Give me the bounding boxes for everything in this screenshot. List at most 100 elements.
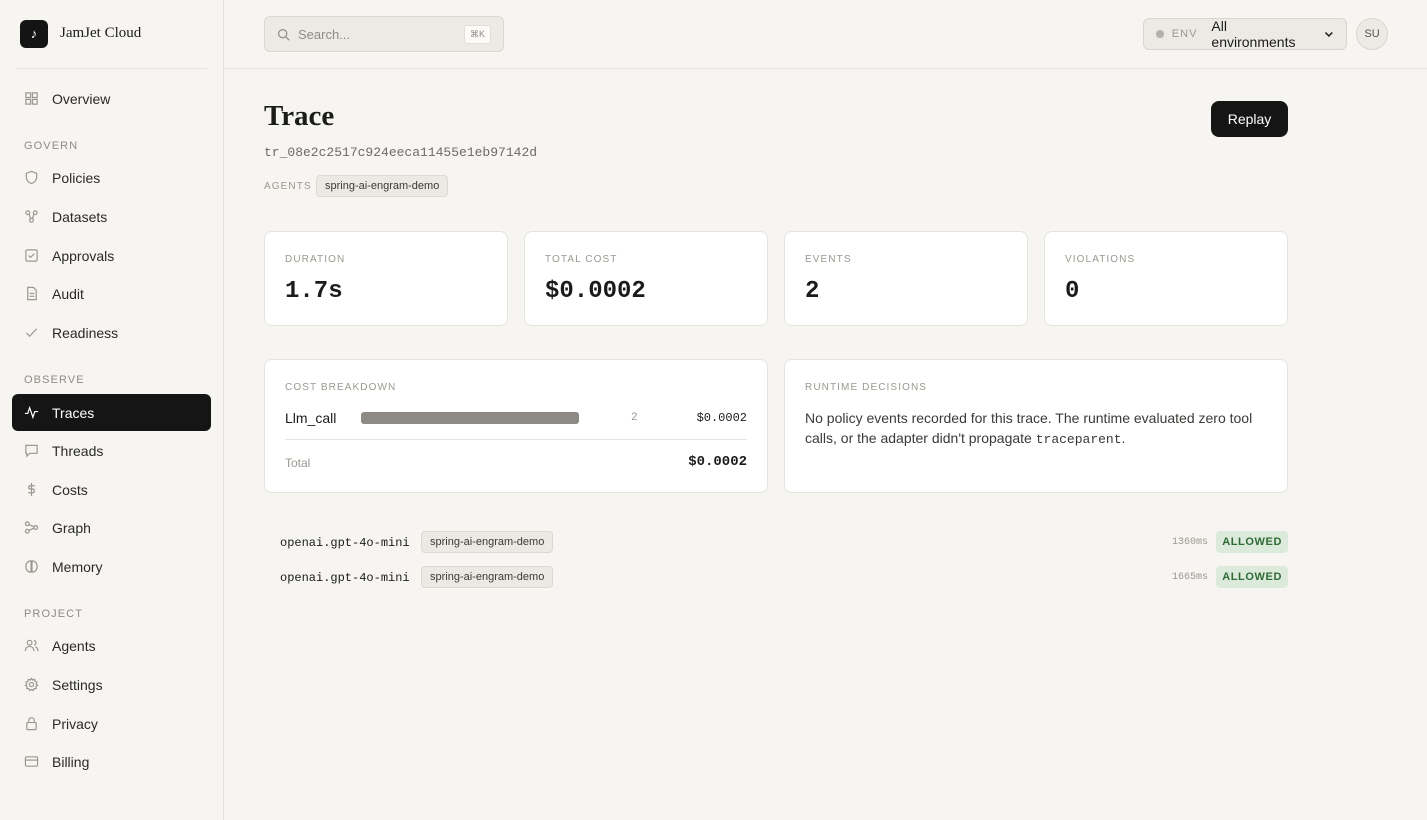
stat-label: VIOLATIONS	[1065, 254, 1136, 265]
search-input[interactable]: Search... ⌘K	[264, 16, 504, 52]
stat-label: EVENTS	[805, 254, 852, 265]
sidebar-item-label: Overview	[52, 90, 111, 107]
stat-label: TOTAL COST	[545, 254, 618, 265]
card-icon	[24, 754, 39, 769]
stat-value: 2	[805, 278, 820, 305]
cost-bar-fill	[361, 412, 579, 424]
chat-icon	[24, 443, 39, 458]
sidebar-item-approvals[interactable]: Approvals	[12, 237, 211, 274]
stat-value: 1.7s	[285, 278, 343, 305]
search-icon	[278, 28, 290, 41]
sidebar-item-policies[interactable]: Policies	[12, 159, 211, 196]
cost-bar	[361, 412, 579, 424]
nav-section-govern: GOVERN	[24, 140, 79, 152]
sidebar-item-audit[interactable]: Audit	[12, 275, 211, 312]
event-agent-chip: spring-ai-engram-demo	[421, 531, 554, 553]
sidebar-item-traces[interactable]: Traces	[12, 394, 211, 431]
replay-button[interactable]: Replay	[1211, 101, 1288, 137]
env-label: ENV	[1171, 28, 1198, 40]
event-duration: 1665ms	[1171, 572, 1208, 583]
sidebar-item-overview[interactable]: Overview	[12, 80, 211, 117]
sidebar-item-label: Memory	[52, 558, 103, 575]
stat-value: $0.0002	[545, 278, 646, 305]
sidebar-item-label: Billing	[52, 753, 90, 770]
status-badge: ALLOWED	[1216, 531, 1288, 553]
search-shortcut: ⌘K	[463, 24, 491, 44]
sidebar-item-graph[interactable]: Graph	[12, 509, 211, 546]
event-model: openai.gpt-4o-mini	[280, 571, 410, 585]
stat-card-duration: DURATION 1.7s	[264, 231, 508, 326]
page-title: Trace	[264, 100, 335, 132]
sidebar-item-label: Readiness	[52, 324, 119, 341]
decisions-text-after: .	[1121, 430, 1126, 446]
divider	[285, 439, 747, 440]
nav-section-observe: OBSERVE	[24, 374, 85, 386]
sidebar-divider	[16, 68, 207, 69]
graph-icon	[24, 520, 39, 535]
event-agent-chip: spring-ai-engram-demo	[421, 566, 554, 588]
brand-logo: ♪	[20, 19, 48, 48]
lock-icon	[24, 716, 39, 731]
event-duration: 1360ms	[1171, 537, 1208, 548]
sidebar-item-label: Settings	[52, 676, 103, 693]
sidebar-item-label: Audit	[52, 285, 84, 302]
section-label: RUNTIME DECISIONS	[805, 382, 928, 393]
stat-value: 0	[1065, 278, 1080, 305]
grid-icon	[24, 91, 39, 106]
stat-card-events: EVENTS 2	[784, 231, 1028, 326]
dataset-icon	[24, 209, 39, 224]
sidebar-item-privacy[interactable]: Privacy	[12, 705, 211, 742]
trace-id: tr_08e2c2517c924eeca11455e1eb97142d	[264, 145, 538, 160]
sidebar-item-label: Approvals	[52, 247, 115, 264]
brand[interactable]: ♪ JamJet Cloud	[20, 19, 141, 48]
sidebar-item-label: Threads	[52, 442, 104, 459]
check-icon	[24, 325, 39, 340]
pulse-icon	[24, 405, 39, 420]
sidebar-item-memory[interactable]: Memory	[12, 548, 211, 585]
approval-icon	[24, 248, 39, 263]
agent-chip[interactable]: spring-ai-engram-demo	[316, 175, 449, 197]
section-label: COST BREAKDOWN	[285, 382, 397, 393]
sidebar-item-threads[interactable]: Threads	[12, 432, 211, 469]
sidebar-item-datasets[interactable]: Datasets	[12, 198, 211, 235]
sidebar-item-label: Datasets	[52, 208, 108, 225]
env-status-dot	[1156, 30, 1164, 38]
dollar-icon	[24, 482, 39, 497]
cost-row-count: 2	[631, 412, 638, 424]
stat-card-violations: VIOLATIONS 0	[1044, 231, 1288, 326]
sidebar-item-settings[interactable]: Settings	[12, 666, 211, 703]
sidebar-item-costs[interactable]: Costs	[12, 471, 211, 508]
env-value: All environments	[1211, 18, 1296, 50]
total-amount: $0.0002	[688, 454, 747, 470]
avatar[interactable]: SU	[1356, 18, 1388, 50]
sidebar-item-label: Graph	[52, 519, 91, 536]
sidebar-item-label: Privacy	[52, 715, 98, 732]
memory-icon	[24, 559, 39, 574]
sidebar: ♪ JamJet Cloud Overview GOVERN Policies …	[0, 0, 224, 820]
users-icon	[24, 638, 39, 653]
stat-card-total-cost: TOTAL COST $0.0002	[524, 231, 768, 326]
sidebar-item-readiness[interactable]: Readiness	[12, 314, 211, 351]
stat-label: DURATION	[285, 254, 346, 265]
total-label: Total	[285, 456, 311, 470]
shield-icon	[24, 170, 39, 185]
sidebar-item-label: Agents	[52, 637, 96, 654]
chevron-down-icon	[1325, 32, 1334, 37]
sidebar-item-label: Traces	[52, 404, 95, 421]
decisions-text-before: No policy events recorded for this trace…	[805, 410, 1253, 446]
sidebar-item-label: Costs	[52, 481, 88, 498]
cost-row-amount: $0.0002	[696, 411, 747, 425]
runtime-decisions-card: RUNTIME DECISIONS No policy events recor…	[784, 359, 1288, 493]
sidebar-item-agents[interactable]: Agents	[12, 627, 211, 664]
env-selector[interactable]: ENV All environments	[1143, 18, 1347, 50]
document-icon	[24, 286, 39, 301]
cost-row: Llm_call 2 $0.0002	[285, 408, 747, 428]
cost-breakdown-card: COST BREAKDOWN Llm_call 2 $0.0002 Total …	[264, 359, 768, 493]
status-badge: ALLOWED	[1216, 566, 1288, 588]
cost-row-name: Llm_call	[285, 410, 337, 426]
sidebar-item-billing[interactable]: Billing	[12, 743, 211, 780]
runtime-decisions-text: No policy events recorded for this trace…	[805, 408, 1267, 450]
event-row[interactable]: openai.gpt-4o-mini spring-ai-engram-demo…	[264, 531, 1288, 555]
brand-name: JamJet Cloud	[60, 25, 142, 41]
event-row[interactable]: openai.gpt-4o-mini spring-ai-engram-demo…	[264, 566, 1288, 590]
